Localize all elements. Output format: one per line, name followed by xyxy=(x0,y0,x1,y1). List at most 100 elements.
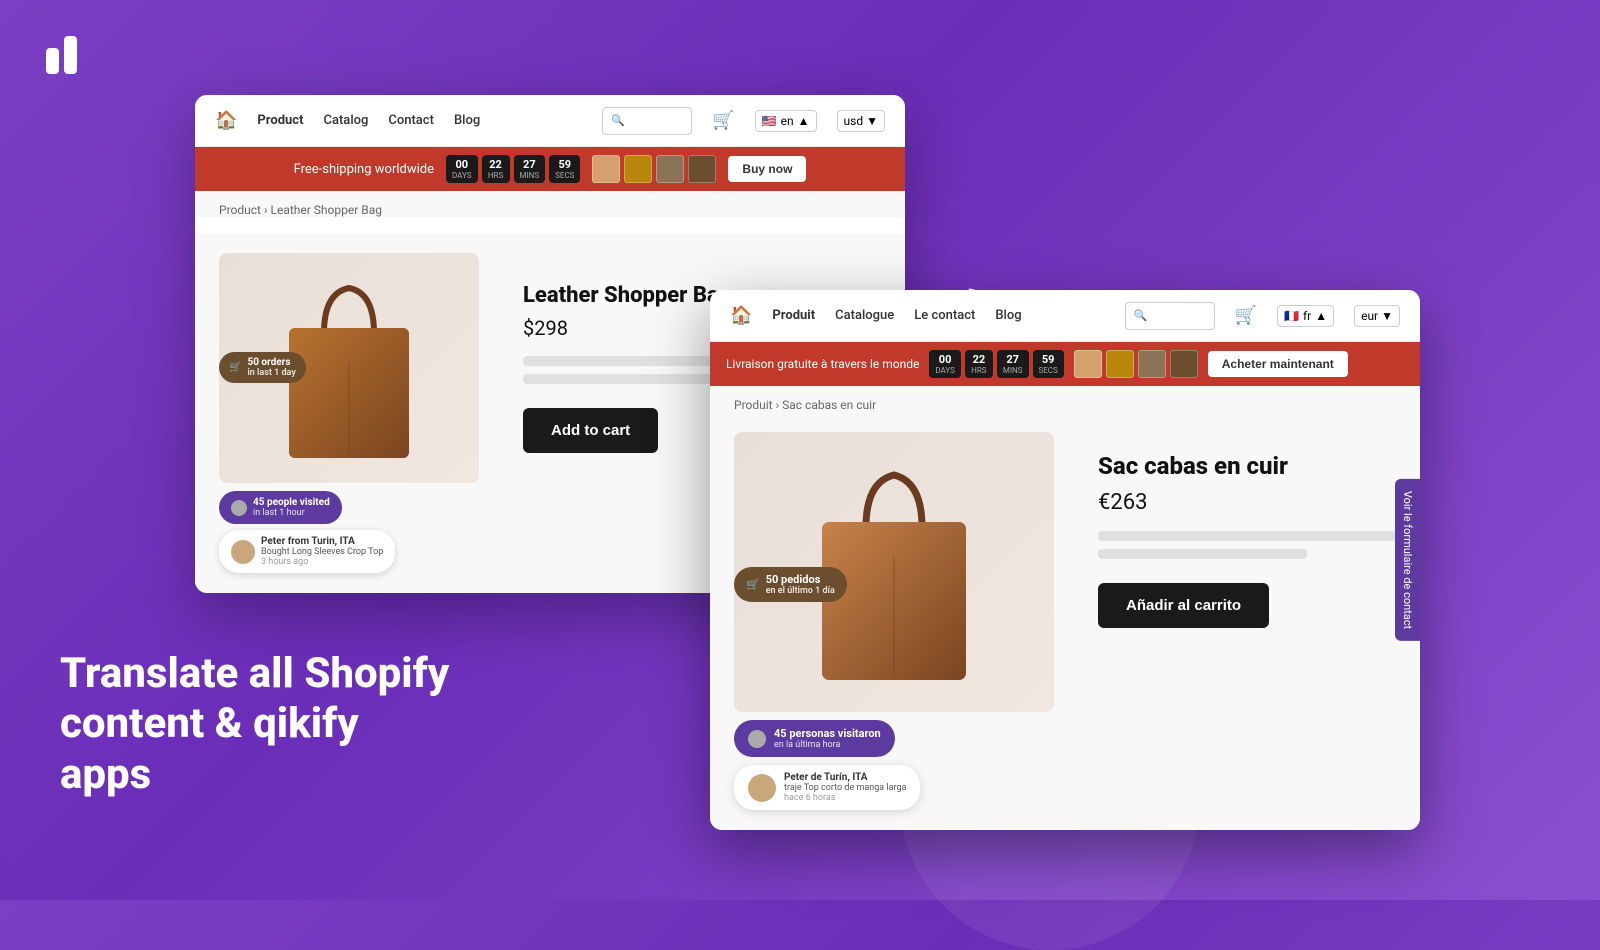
en-buy-now-button[interactable]: Buy now xyxy=(728,156,806,182)
en-nav-product[interactable]: Product xyxy=(257,113,303,128)
en-timer-mins: 27 MINS xyxy=(514,155,546,183)
en-bag-image: 🛒 50 orders in last 1 day xyxy=(219,253,479,483)
en-timer-hours: 22 HRS xyxy=(482,155,510,183)
fr-lang-chevron: ▲ xyxy=(1315,309,1327,323)
en-lang-code: en xyxy=(781,114,794,128)
en-currency-selector[interactable]: usd ▼ xyxy=(837,110,885,132)
en-flag: 🇺🇸 xyxy=(762,114,777,128)
en-cart-icon[interactable]: 🛒 xyxy=(712,110,734,131)
en-nav-blog[interactable]: Blog xyxy=(454,113,480,128)
en-visited-count: 45 people visited xyxy=(253,497,330,508)
fr-product-area: 🛒 50 pedidos en el último 1 día 45 perso… xyxy=(710,412,1420,830)
fr-currency-value: eur xyxy=(1361,309,1378,323)
fr-flag: 🇫🇷 xyxy=(1284,309,1299,323)
fr-badge-pedidos: 🛒 50 pedidos en el último 1 día xyxy=(734,567,847,602)
fr-days-value: 00 xyxy=(939,353,952,366)
fr-bag-image: 🛒 50 pedidos en el último 1 día xyxy=(734,432,1054,712)
fr-recent-time: hace 6 horas xyxy=(784,793,906,803)
en-mins-value: 27 xyxy=(523,158,536,171)
fr-badge-peter: Peter de Turín, ITA traje Top corto de m… xyxy=(734,765,920,810)
fr-days-label: DAYS xyxy=(935,366,955,375)
logo-bar-right xyxy=(64,36,77,74)
fr-visited-sub: en la última hora xyxy=(774,740,881,750)
en-banner-text: Free-shipping worldwide xyxy=(294,162,434,177)
hero-line1: Translate all Shopify xyxy=(60,649,460,699)
en-badge-recent: Peter from Turin, ITA Bought Long Sleeve… xyxy=(219,530,395,573)
fr-timer-secs: 59 SECS xyxy=(1033,350,1064,378)
fr-product-thumbs xyxy=(1074,350,1198,378)
en-language-selector[interactable]: 🇺🇸 en ▲ xyxy=(755,110,817,132)
fr-product-image-area: 🛒 50 pedidos en el último 1 día 45 perso… xyxy=(734,432,1074,810)
en-mins-label: MINS xyxy=(520,171,540,180)
fr-search-box[interactable]: 🔍 xyxy=(1125,302,1215,330)
fr-recent-name: Peter de Turín, ITA xyxy=(784,772,906,783)
en-lang-chevron: ▲ xyxy=(798,114,810,128)
hero-line2: content & qikify apps xyxy=(60,699,460,800)
en-search-icon: 🔍 xyxy=(611,114,625,127)
en-days-label: DAYS xyxy=(452,171,472,180)
en-hours-value: 22 xyxy=(489,158,502,171)
fr-secs-value: 59 xyxy=(1042,353,1055,366)
en-recent-item: Bought Long Sleeves Crop Top xyxy=(261,547,383,557)
en-nav-contact[interactable]: Contact xyxy=(388,113,434,128)
en-recent-time: 3 hours ago xyxy=(261,557,383,567)
en-secs-value: 59 xyxy=(558,158,571,171)
fr-desc-line-1 xyxy=(1098,531,1396,541)
fr-add-to-cart-button[interactable]: Añadir al carrito xyxy=(1098,583,1269,628)
fr-product-price: €263 xyxy=(1098,490,1396,515)
en-timer-secs: 59 SECS xyxy=(549,155,580,183)
fr-cart-icon[interactable]: 🛒 xyxy=(1235,305,1257,326)
fr-timer-days: 00 DAYS xyxy=(929,350,961,378)
fr-product-title: Sac cabas en cuir xyxy=(1098,452,1396,480)
fr-recent-item: traje Top corto de manga larga xyxy=(784,783,906,793)
en-add-to-cart-button[interactable]: Add to cart xyxy=(523,408,658,453)
fr-nav-blog[interactable]: Blog xyxy=(995,308,1021,323)
en-cart-badge-icon: 🛒 xyxy=(229,362,241,373)
fr-secs-label: SECS xyxy=(1039,366,1058,375)
en-hours-label: HRS xyxy=(488,171,504,180)
en-timer-days: 00 DAYS xyxy=(446,155,478,183)
fr-buy-now-button[interactable]: Acheter maintenant xyxy=(1208,351,1348,377)
fr-nav-contact[interactable]: Le contact xyxy=(914,308,975,323)
fr-lang-code: fr xyxy=(1303,309,1311,323)
fr-banner-text: Livraison gratuite à travers le monde xyxy=(726,357,919,371)
en-currency-chevron: ▼ xyxy=(866,114,878,128)
en-badge-orders: 🛒 50 orders in last 1 day xyxy=(219,352,306,383)
logo xyxy=(46,36,77,74)
fr-timer: 00 DAYS 22 HRS 27 MINS 59 SECS xyxy=(929,350,1063,378)
fr-hours-label: HRS xyxy=(971,366,987,375)
fr-nav-catalog[interactable]: Catalogue xyxy=(835,308,894,323)
fr-language-selector[interactable]: 🇫🇷 fr ▲ xyxy=(1277,305,1334,327)
en-search-box[interactable]: 🔍 xyxy=(602,107,692,135)
fr-nav-product[interactable]: Produit xyxy=(772,308,815,323)
fr-currency-selector[interactable]: eur ▼ xyxy=(1354,305,1400,327)
fr-badge-personas: 45 personas visitaron en la última hora xyxy=(734,720,895,757)
en-nav-catalog[interactable]: Catalog xyxy=(323,113,368,128)
fr-thumb-1 xyxy=(1074,350,1102,378)
fr-breadcrumb: Produit › Sac cabas en cuir xyxy=(734,398,1396,412)
en-home-icon[interactable]: 🏠 xyxy=(215,110,237,131)
en-orders-sub: in last 1 day xyxy=(247,368,295,378)
fr-currency-chevron: ▼ xyxy=(1381,309,1393,323)
en-visited-sub: in last 1 hour xyxy=(253,508,330,518)
fr-contact-sidebar[interactable]: Voir le formulaire de contact xyxy=(1395,479,1420,641)
fr-home-icon[interactable]: 🏠 xyxy=(730,305,752,326)
fr-navbar: 🏠 Produit Catalogue Le contact Blog 🔍 🛒 … xyxy=(710,290,1420,342)
french-window: 🏠 Produit Catalogue Le contact Blog 🔍 🛒 … xyxy=(710,290,1420,830)
fr-search-icon: 🔍 xyxy=(1134,309,1148,322)
en-thumb-2 xyxy=(624,155,652,183)
fr-banner: Livraison gratuite à travers le monde 00… xyxy=(710,342,1420,386)
en-thumb-3 xyxy=(656,155,684,183)
fr-product-info: Sac cabas en cuir €263 Añadir al carrito xyxy=(1098,432,1396,810)
fr-mins-label: MINS xyxy=(1003,366,1023,375)
en-thumb-4 xyxy=(688,155,716,183)
hero-text: Translate all Shopify content & qikify a… xyxy=(60,649,460,800)
en-orders-count: 50 orders xyxy=(247,357,295,368)
fr-thumb-4 xyxy=(1170,350,1198,378)
en-badge-visited: 45 people visited in last 1 hour xyxy=(219,491,342,524)
fr-timer-hours: 22 HRS xyxy=(965,350,993,378)
fr-cart-badge-icon: 🛒 xyxy=(746,578,760,591)
en-navbar: 🏠 Product Catalog Contact Blog 🔍 🛒 🇺🇸 en… xyxy=(195,95,905,147)
en-secs-label: SECS xyxy=(555,171,574,180)
fr-timer-mins: 27 MINS xyxy=(997,350,1029,378)
